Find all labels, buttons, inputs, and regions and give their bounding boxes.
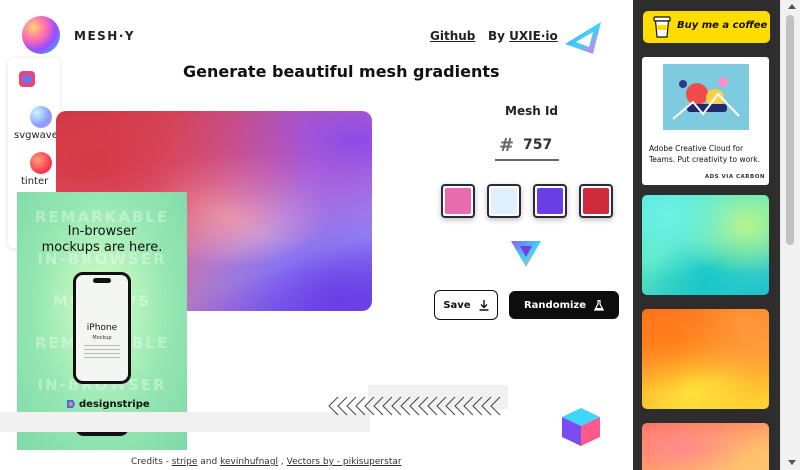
gradient-thumbnail[interactable] [642,195,769,295]
designstripe-logo-icon [67,400,75,408]
mesh-id-field[interactable]: # 757 [495,131,559,161]
page-scrollbar[interactable] [780,0,800,470]
color-swatch-1[interactable] [441,184,475,218]
carbon-ad-image[interactable] [663,64,749,130]
color-swatch-2[interactable] [487,184,521,218]
carbon-via-label[interactable]: ADS VIA CARBON [705,174,765,180]
randomize-label: Randomize [523,299,587,311]
credits-sep: , [278,457,287,467]
cube-decoration-icon [562,408,600,446]
swatch-color [583,188,609,214]
credit-link-pikisuperstar[interactable]: Vectors by - pikisuperstar [287,457,402,467]
coffee-label: Buy me a coffee [677,20,768,31]
credits-and: and [197,457,221,467]
phone-subtitle: Mockup [92,335,112,341]
ad-title-line2: mockups are here. [41,240,163,255]
credit-link-kevinhufnagl[interactable]: kevinhufnagl [220,457,278,467]
scroll-up-arrow-icon[interactable] [788,4,796,9]
page: MESH·Y Github By UXIE·io Generate beauti… [0,0,800,470]
color-swatch-4[interactable] [579,184,613,218]
flask-icon [594,299,605,311]
color-swatch-3[interactable] [533,184,567,218]
figma-like-icon [19,71,35,87]
github-link[interactable]: Github [430,29,475,43]
page-headline: Generate beautiful mesh gradients [183,62,500,81]
gradient-gallery-panel: Buy me a coffee Adobe Creative Cloud for… [633,0,780,470]
mesh-logo-icon[interactable] [22,16,60,54]
phone-mockup: iPhone Mockup [73,272,131,384]
swatch-color [537,188,563,214]
carbon-illustration-icon [663,64,749,130]
phone-notch [93,278,111,283]
brand-title[interactable]: MESH·Y [74,29,135,43]
ad-title-line1: In-browser [67,224,137,239]
swatch-color [491,188,517,214]
by-label: By [488,29,505,43]
buy-me-coffee-button[interactable]: Buy me a coffee [643,11,770,43]
main-area: MESH·Y Github By UXIE·io Generate beauti… [0,0,633,470]
swatch-color [445,188,471,214]
scroll-down-arrow-icon[interactable] [788,460,796,465]
carbon-ad[interactable]: Adobe Creative Cloud for Teams. Put crea… [642,57,769,185]
credits-prefix: Credits - [131,457,172,467]
uxie-triangle-icon[interactable] [563,20,605,56]
decor-strip [0,412,370,432]
save-button[interactable]: Save [434,290,498,320]
phone-title: iPhone [86,323,118,333]
ad-brand: designstripe [79,399,150,410]
dock-app-icon[interactable] [14,66,40,92]
phone-text-lines [84,345,120,359]
uxie-link[interactable]: UXIE·io [509,29,558,43]
triangle-decoration-icon [511,241,541,267]
svgwave-label[interactable]: svgwave [14,130,58,141]
download-icon [479,299,489,311]
ad-title: In-browser mockups are here. [17,224,187,256]
svgwave-icon[interactable] [30,106,52,128]
coffee-cup-icon [653,16,671,38]
chevron-pattern-icon [328,396,501,416]
tinter-icon[interactable] [30,152,52,174]
randomize-button[interactable]: Randomize [509,291,619,319]
tinter-label[interactable]: tinter [21,176,48,187]
gradient-thumbnail[interactable] [642,309,769,409]
credits: Credits - stripe and kevinhufnagl , Vect… [131,457,402,467]
mesh-id-value[interactable]: 757 [523,137,552,153]
credit-link-stripe[interactable]: stripe [172,457,198,467]
hash-icon: # [499,135,515,156]
save-label: Save [443,299,471,311]
by-uxie: By UXIE·io [488,29,558,43]
scrollbar-thumb[interactable] [786,15,794,245]
gradient-thumbnail[interactable] [642,423,769,470]
mesh-id-label: Mesh Id [505,104,558,118]
carbon-ad-text[interactable]: Adobe Creative Cloud for Teams. Put crea… [649,143,767,165]
